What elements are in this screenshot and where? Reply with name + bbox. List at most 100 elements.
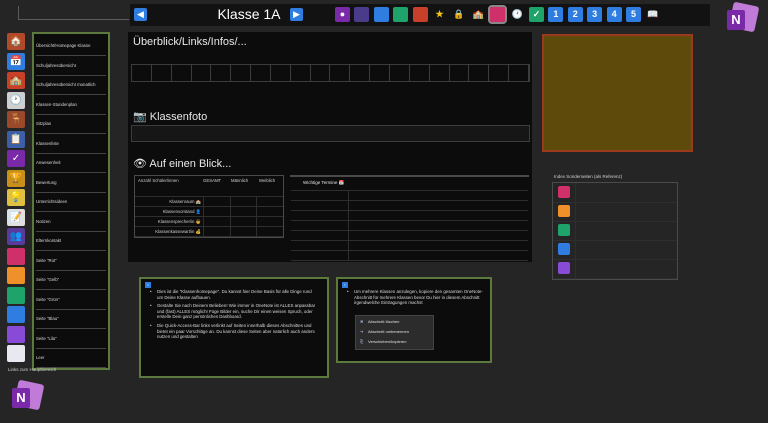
notebook-purple-icon[interactable] <box>7 325 25 343</box>
school-icon[interactable]: 🏫 <box>470 7 486 22</box>
sidebar-item[interactable]: Klassen-Stundenplan <box>36 95 106 115</box>
important-dates-table[interactable]: Wichtige Termine 📅 <box>290 175 529 261</box>
menu-item-rename[interactable]: ➔ Abschnitt umbenennen <box>360 328 409 336</box>
number-4-icon[interactable]: 4 <box>606 7 622 22</box>
sidebar-item[interactable]: Schuljahresübersicht <box>36 56 106 76</box>
calendar-icon[interactable]: 📅 <box>7 52 25 70</box>
people-icon[interactable]: 👥 <box>7 228 25 245</box>
sidebar-item[interactable]: Übersicht/Homepage Klasse <box>36 36 106 56</box>
notebook-red-icon[interactable] <box>412 7 428 22</box>
info-icon: i <box>342 282 348 288</box>
sidebar-item[interactable]: Unterrichtsideen <box>36 192 106 212</box>
lock-icon[interactable]: 🔒 <box>451 7 467 22</box>
column-male: Männlich <box>231 178 249 183</box>
number-1-icon[interactable]: 1 <box>548 7 564 22</box>
sidebar-item[interactable]: Seite "Grün" <box>36 290 106 310</box>
next-class-button[interactable]: ▶ <box>290 8 303 21</box>
info-bullet: Um mehrere Klassen anzulegen, kopiere de… <box>347 289 485 306</box>
sidebar-item[interactable]: Anwesenheit <box>36 153 106 173</box>
table-row: Klassensprecher/in 👦 <box>135 217 283 227</box>
notebook-red-icon[interactable] <box>7 247 25 265</box>
table-row[interactable] <box>291 251 528 261</box>
table-row[interactable] <box>291 191 528 201</box>
notebook-dark-icon[interactable] <box>354 7 370 22</box>
desk-person-icon[interactable]: 🪑 <box>7 111 25 128</box>
notebook-white-icon[interactable] <box>7 345 25 362</box>
row-label: Klassenvorstand 👤 <box>162 209 201 214</box>
notebook-green-icon[interactable] <box>7 286 25 304</box>
bag-icon[interactable] <box>488 5 508 24</box>
sidebar-item[interactable]: Schuljahresübersicht monatlich <box>36 75 106 95</box>
menu-item-delete[interactable]: ✖ Abschnitt löschen <box>360 318 399 326</box>
special-pages-index <box>552 182 678 280</box>
onenote-logo-icon: N <box>12 379 45 412</box>
clock-icon[interactable]: 🕐 <box>509 7 525 22</box>
row-label: Klassenkassewart/in 💰 <box>155 229 201 234</box>
sidebar-item[interactable]: Sitzplan <box>36 114 106 134</box>
info-bullet: Gestalte Sie nach Deinem Belieben! Wie i… <box>150 303 318 320</box>
checkbox-icon[interactable]: ✓ <box>529 7 544 22</box>
menu-item-move-copy[interactable]: ⎘ Verschieben/kopieren <box>360 338 406 346</box>
previous-class-button[interactable]: ◀ <box>134 8 147 21</box>
sidebar-item[interactable]: Seite "Blau" <box>36 309 106 329</box>
info-bullet: Dies ist die "Klassenhomepage". Du kanns… <box>150 289 318 300</box>
top-bar: ◀ Klasse 1A ▶ ● ★ 🔒 🏫 🕐 ✓ 1 2 3 4 5 📖 N <box>0 0 768 33</box>
sidebar-item[interactable]: Elternkontakt <box>36 231 106 251</box>
list-icon[interactable]: 📋 <box>7 130 25 148</box>
onenote-logo-icon: N <box>727 1 760 34</box>
lightbulb-icon[interactable]: 💡 <box>7 189 25 206</box>
row-label: Klassenraum 🏫 <box>169 199 201 204</box>
notebook-green-icon[interactable] <box>393 7 409 22</box>
sidebar-item[interactable]: Notizen <box>36 212 106 232</box>
checkbox-icon[interactable]: ✓ <box>7 150 25 167</box>
main-panel: Überblick/Links/Infos/... 📷 Klassenfoto … <box>128 32 532 262</box>
book-icon[interactable]: 📖 <box>645 7 661 22</box>
overview-heading: Überblick/Links/Infos/... <box>133 36 247 48</box>
notebook-blue-icon[interactable] <box>373 7 389 22</box>
sidebar-item[interactable]: Seite "Gelb" <box>36 270 106 290</box>
table-row: Klassenvorstand 👤 <box>135 207 283 217</box>
index-title: Index Sonderseiten (als Referenz) <box>554 174 623 179</box>
class-photo-placeholder[interactable] <box>542 34 693 152</box>
table-row[interactable] <box>291 221 528 231</box>
person-icon[interactable]: ● <box>335 7 350 22</box>
sidebar-item[interactable]: Leer <box>36 348 106 368</box>
quick-access-bar: Übersicht/Homepage Klasse Schuljahresüber… <box>32 32 110 370</box>
search-input[interactable] <box>18 6 129 20</box>
table-row[interactable] <box>291 241 528 251</box>
sidebar-item[interactable]: Seite "Lila" <box>36 329 106 349</box>
number-5-icon[interactable]: 5 <box>626 7 641 22</box>
notebook-blue-icon[interactable] <box>7 306 25 323</box>
trophy-icon[interactable]: 🏆 <box>7 169 25 187</box>
sidebar-item[interactable]: Seite "Rot" <box>36 251 106 271</box>
number-3-icon[interactable]: 3 <box>587 7 603 22</box>
star-icon[interactable]: ★ <box>432 7 447 22</box>
notes-icon[interactable]: 📝 <box>7 208 25 226</box>
table-row[interactable] <box>291 201 528 211</box>
navigation-toolbar: ◀ Klasse 1A ▶ ● ★ 🔒 🏫 🕐 ✓ 1 2 3 4 5 📖 <box>130 4 710 26</box>
table-row[interactable] <box>291 231 528 241</box>
number-2-icon[interactable]: 2 <box>567 7 583 22</box>
table-header: Anzahl Schüler/innen GESAMT Männlich Wei… <box>135 176 283 197</box>
index-row[interactable] <box>553 221 677 241</box>
clock-icon[interactable]: 🕐 <box>7 91 25 109</box>
students-count-label: Anzahl Schüler/innen <box>138 178 179 183</box>
column-total: GESAMT <box>203 178 222 183</box>
class-overview-table: Anzahl Schüler/innen GESAMT Männlich Wei… <box>134 175 284 238</box>
row-label: Klassensprecher/in 👦 <box>157 219 201 224</box>
school-building-icon[interactable]: 🏫 <box>7 72 25 89</box>
index-row[interactable] <box>553 259 677 279</box>
notebook-orange-icon[interactable] <box>7 267 25 284</box>
house-icon[interactable]: 🏠 <box>7 33 25 50</box>
index-row[interactable] <box>553 202 677 222</box>
sidebar-item[interactable]: Klassenliste <box>36 134 106 154</box>
links-strip[interactable] <box>131 64 530 82</box>
index-row[interactable] <box>553 240 677 260</box>
index-row[interactable] <box>553 183 677 203</box>
table-row[interactable] <box>291 211 528 221</box>
notebook-icon <box>558 186 570 198</box>
sidebar-item[interactable]: Bewertung <box>36 173 106 193</box>
at-a-glance-heading: 👁 Auf einen Blick... <box>133 158 232 170</box>
class-photo-box[interactable] <box>131 125 530 142</box>
info-box-copy: i Um mehrere Klassen anzulegen, kopiere … <box>336 277 492 363</box>
